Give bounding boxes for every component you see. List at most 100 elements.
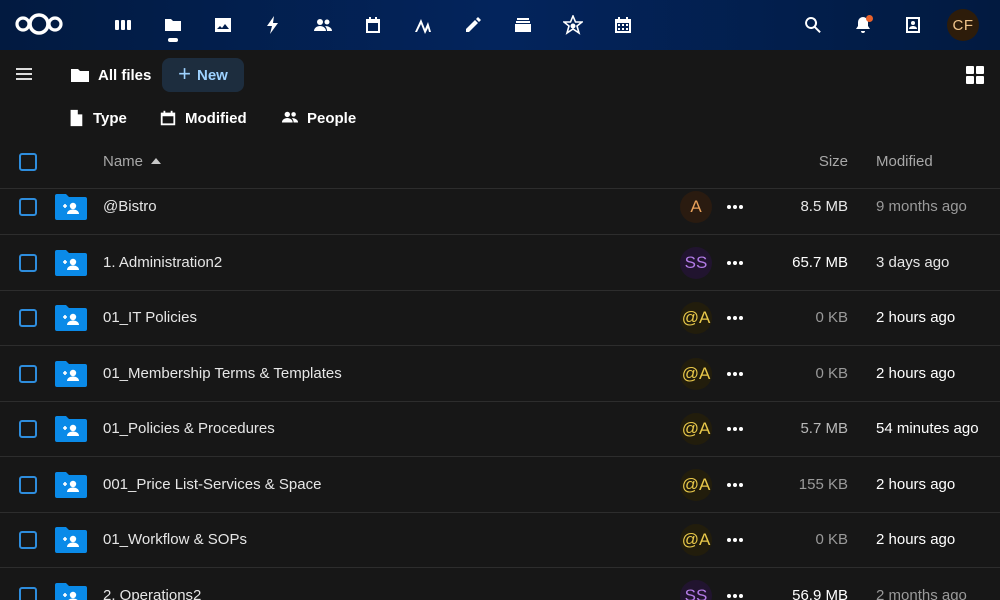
filter-type-label: Type	[93, 109, 127, 127]
calendar-icon[interactable]	[361, 13, 385, 37]
file-modified: 2 hours ago	[876, 309, 956, 326]
more-actions-icon[interactable]	[725, 530, 745, 550]
column-header-name[interactable]: Name	[103, 153, 162, 170]
file-row[interactable]: 01_IT Policies @A 0 KB 2 hours ago	[0, 291, 1000, 346]
photos-icon[interactable]	[211, 13, 235, 37]
shared-folder-icon[interactable]	[54, 415, 88, 443]
nextcloud-logo-icon[interactable]	[14, 11, 64, 37]
contacts-icon[interactable]	[311, 13, 335, 37]
file-row-checkbox[interactable]	[19, 531, 37, 549]
calendar-grid-icon[interactable]	[611, 13, 635, 37]
file-name[interactable]: 01_Policies & Procedures	[103, 420, 275, 437]
file-modified: 2 hours ago	[876, 475, 956, 493]
file-modified: 2 hours ago	[876, 531, 956, 548]
people-icon	[281, 111, 299, 123]
navigation-toggle-icon[interactable]	[13, 63, 35, 85]
breadcrumb-all-files[interactable]: All files	[70, 60, 151, 90]
user-avatar[interactable]: CF	[947, 9, 979, 41]
file-row[interactable]: 01_Membership Terms & Templates @A 0 KB 2 h…	[0, 347, 1000, 402]
dashboard-icon[interactable]	[111, 13, 135, 37]
file-row[interactable]: 01_Policies & Procedures @A 5.7 MB 54 minut…	[0, 402, 1000, 457]
file-row[interactable]: 01_Workflow & SOPs @A 0 KB 2 hours ago	[0, 513, 1000, 568]
new-button[interactable]: + New	[162, 58, 244, 92]
file-row-checkbox[interactable]	[19, 475, 37, 494]
file-row-checkbox[interactable]	[19, 420, 37, 438]
file-row-checkbox[interactable]	[19, 253, 37, 272]
share-owner-avatar[interactable]: @A	[680, 524, 712, 556]
filter-people[interactable]: People	[281, 104, 356, 132]
more-actions-icon[interactable]	[725, 253, 745, 273]
sort-ascending-icon	[151, 157, 162, 164]
filter-modified-label: Modified	[185, 109, 247, 127]
file-modified: 2 months ago	[876, 586, 967, 600]
notifications-bell-icon[interactable]	[851, 13, 875, 37]
share-owner-avatar[interactable]: @A	[680, 302, 712, 334]
file-size: 0 KB	[815, 531, 848, 548]
search-icon[interactable]	[801, 13, 825, 37]
select-all-checkbox[interactable]	[19, 153, 37, 171]
analytics-icon[interactable]	[411, 13, 435, 37]
more-actions-icon[interactable]	[725, 308, 745, 328]
file-size: 56.9 MB	[792, 586, 848, 600]
breadcrumb-label: All files	[98, 66, 152, 84]
share-owner-avatar[interactable]: @A	[680, 468, 712, 501]
more-actions-icon[interactable]	[725, 197, 745, 217]
more-actions-icon[interactable]	[725, 364, 745, 384]
shared-folder-icon[interactable]	[54, 360, 88, 388]
filter-type[interactable]: Type	[67, 104, 127, 132]
file-modified: 9 months ago	[876, 198, 967, 215]
file-name[interactable]: 01_Workflow & SOPs	[103, 531, 247, 548]
new-button-label: New	[197, 66, 228, 84]
shared-folder-icon[interactable]	[54, 193, 88, 221]
column-header-modified[interactable]: Modified	[876, 153, 933, 170]
file-row[interactable]: 001_Price List-Services & Space @A 155 KB 2…	[0, 458, 1000, 513]
file-name[interactable]: 01_IT Policies	[103, 309, 197, 326]
file-name[interactable]: 01_Membership Terms & Templates	[103, 365, 342, 382]
more-actions-icon[interactable]	[725, 586, 745, 600]
file-modified: 3 days ago	[876, 253, 950, 271]
share-owner-avatar[interactable]: A	[680, 191, 712, 223]
shared-folder-icon[interactable]	[54, 249, 88, 277]
calendar-icon	[160, 110, 176, 126]
file-name[interactable]: 1. Administration2	[103, 254, 222, 271]
share-owner-avatar[interactable]: SS	[680, 246, 712, 279]
file-name[interactable]: 001_Price List-Services & Space	[103, 476, 321, 493]
file-icon	[70, 109, 83, 127]
file-size: 155 KB	[798, 475, 848, 493]
file-row[interactable]: 2. Operations2 SS 56.9 MB 2 months ago	[0, 569, 1000, 600]
talk-icon[interactable]	[561, 13, 585, 37]
file-size: 8.5 MB	[800, 198, 848, 215]
file-row[interactable]: 1. Administration2 SS 65.7 MB 3 days ago	[0, 236, 1000, 291]
file-modified: 54 minutes ago	[876, 420, 979, 437]
shared-folder-icon[interactable]	[54, 471, 88, 499]
shared-folder-icon[interactable]	[54, 582, 88, 600]
activity-icon[interactable]	[261, 13, 285, 37]
file-row-checkbox[interactable]	[19, 309, 37, 327]
file-row-checkbox[interactable]	[19, 198, 37, 216]
file-name[interactable]: @Bistro	[103, 198, 157, 215]
file-size: 0 KB	[815, 364, 848, 382]
shared-folder-icon[interactable]	[54, 526, 88, 554]
grid-view-toggle-icon[interactable]	[964, 64, 986, 86]
share-owner-avatar[interactable]: @A	[680, 413, 712, 445]
file-size: 65.7 MB	[792, 253, 848, 271]
file-row-checkbox[interactable]	[19, 586, 37, 600]
file-name[interactable]: 2. Operations2	[103, 587, 201, 600]
file-row-checkbox[interactable]	[19, 364, 37, 383]
files-icon[interactable]	[161, 13, 185, 42]
notification-badge	[866, 15, 873, 22]
file-size: 5.7 MB	[800, 420, 848, 437]
notes-icon[interactable]	[461, 13, 485, 37]
contacts-menu-icon[interactable]	[901, 13, 925, 37]
active-app-indicator	[168, 38, 178, 42]
filter-modified[interactable]: Modified	[159, 104, 247, 132]
folder-icon	[71, 69, 89, 82]
share-owner-avatar[interactable]: SS	[680, 579, 712, 600]
more-actions-icon[interactable]	[725, 475, 745, 495]
deck-icon[interactable]	[511, 13, 535, 37]
share-owner-avatar[interactable]: @A	[680, 357, 712, 390]
shared-folder-icon[interactable]	[54, 304, 88, 332]
more-actions-icon[interactable]	[725, 419, 745, 439]
column-header-size[interactable]: Size	[780, 153, 848, 170]
file-row[interactable]: @Bistro A 8.5 MB 9 months ago	[0, 180, 1000, 235]
